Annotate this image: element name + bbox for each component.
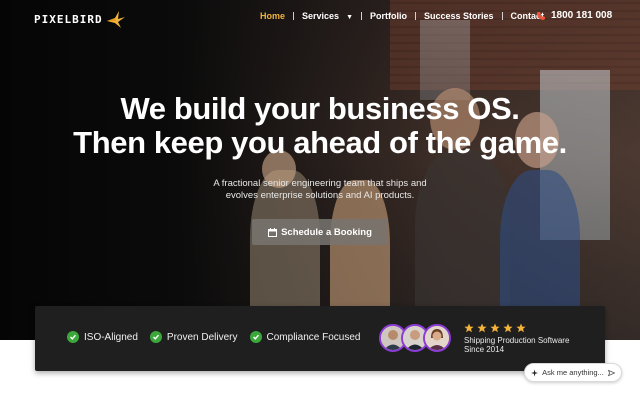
nav-item-success-stories[interactable]: Success Stories [424,11,494,21]
trust-strip: ISO-Aligned Proven Delivery Compliance F… [35,306,605,371]
badge-label: ISO-Aligned [84,331,138,343]
trust-badges: ISO-Aligned Proven Delivery Compliance F… [67,331,360,343]
bird-icon [106,11,125,28]
star-icon [516,323,526,333]
hero-headline-line-2: Then keep you ahead of the game. [73,125,567,160]
hero-subtext-line-2: evolves enterprise solutions and AI prod… [225,190,415,201]
check-circle-icon [67,331,79,343]
ask-assistant-widget[interactable]: Ask me anything... [524,363,622,382]
hero-section: PIXELBIRD Home Services ▼ Portfolio Succe… [0,0,640,340]
badge-proven-delivery: Proven Delivery [149,331,238,343]
star-icon [503,323,513,333]
nav-divider [501,12,503,20]
brand-logo[interactable]: PIXELBIRD [34,9,127,29]
sparkle-icon [531,368,539,377]
hero-headline: We build your business OS. Then keep you… [0,92,640,160]
badge-label: Proven Delivery [166,331,238,343]
phone-number: 1800 181 008 [551,10,613,21]
top-navigation: PIXELBIRD Home Services ▼ Portfolio Succe… [0,0,640,36]
hero-subtext: A fractional senior engineering team tha… [180,178,460,202]
star-icon [464,323,474,333]
phone-link[interactable]: 1800 181 008 [536,10,612,21]
nav-item-home[interactable]: Home [260,11,285,21]
schedule-booking-label: Schedule a Booking [281,226,372,238]
team-avatars [379,324,451,352]
phone-icon [537,11,545,20]
brand-name: PIXELBIRD [34,12,103,26]
badge-iso-aligned: ISO-Aligned [67,331,138,343]
check-circle-icon [249,331,262,343]
rating-tagline-line-2: Since 2014 [464,345,505,354]
send-icon[interactable] [607,369,615,377]
main-menu: Home Services ▼ Portfolio Success Stories… [260,11,544,21]
hero-headline-line-1: We build your business OS. [120,91,520,126]
hero-subtext-line-1: A fractional senior engineering team tha… [213,178,427,189]
rating-tagline-line-1: Shipping Production Software [464,336,570,345]
calendar-icon [268,227,278,237]
schedule-booking-button[interactable]: Schedule a Booking [252,219,388,245]
avatar [423,324,451,352]
nav-divider [293,12,295,20]
rating-block: Shipping Production Software Since 2014 [464,323,569,354]
star-icon [477,323,487,333]
rating-stars [464,323,569,333]
badge-compliance-focused: Compliance Focused [249,331,361,343]
chevron-down-icon: ▼ [346,14,353,21]
nav-item-services-label: Services [302,11,340,21]
nav-divider [361,12,362,20]
nav-item-portfolio[interactable]: Portfolio [370,11,407,21]
ask-assistant-input[interactable]: Ask me anything... [542,368,604,377]
nav-item-services[interactable]: Services ▼ [302,11,353,21]
badge-label: Compliance Focused [266,331,361,343]
check-circle-icon [149,331,162,343]
nav-divider [415,12,416,20]
star-icon [490,323,500,333]
